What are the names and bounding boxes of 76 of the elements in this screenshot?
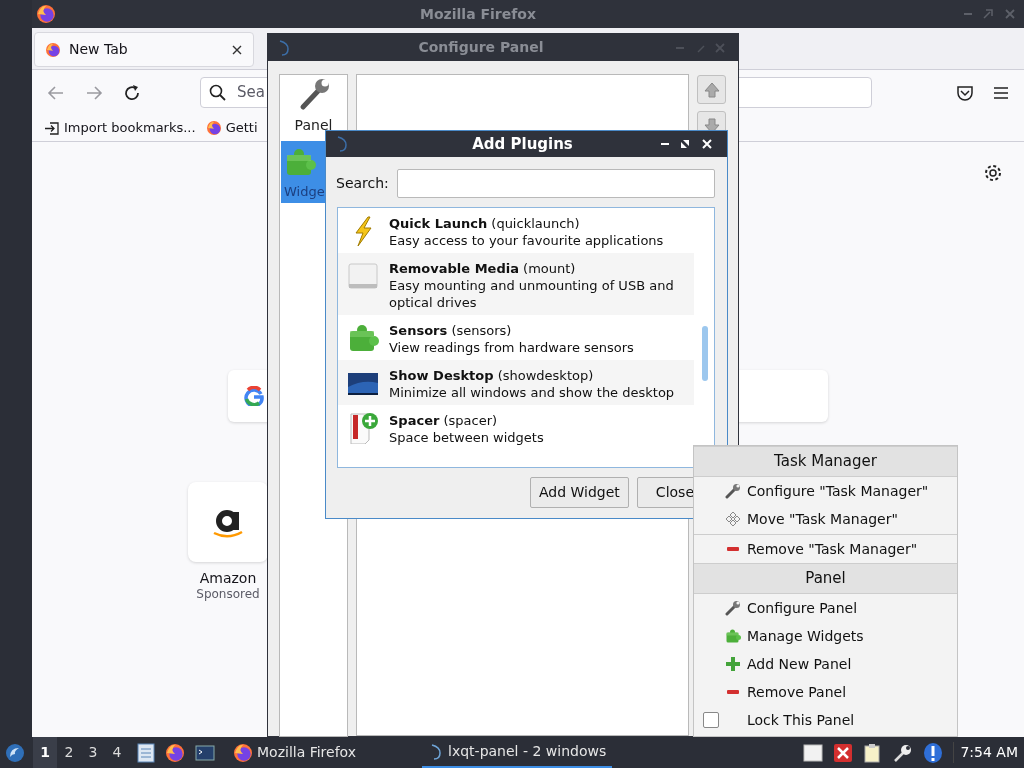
browser-tab[interactable]: New Tab [34,32,254,67]
shortcut-label: Amazon [199,570,257,586]
window-title: Configure Panel [417,38,545,57]
document-add-icon [347,412,379,444]
menu-section-header: Panel [694,563,957,594]
dialog-button[interactable]: Add Widget [530,477,629,508]
start-menu-icon[interactable] [4,741,26,764]
firefox-icon [205,120,222,136]
file-cabinet-icon[interactable] [137,742,155,763]
wrench-icon [725,483,741,499]
plugin-title: Sensors (sensors) [389,322,513,339]
menu-item[interactable]: Move "Task Manager" [694,505,957,533]
google-logo-icon [244,386,264,406]
plugin-item[interactable]: Show Desktop (showdesktop) Minimize all windows and show the desktop [338,360,694,405]
close-icon[interactable] [231,43,243,56]
terminal-icon[interactable] [195,743,215,762]
menu-item[interactable]: Configure Panel [694,594,957,622]
menu-section-header: Task Manager [694,446,957,477]
bookmark-item[interactable]: Getti [205,118,258,138]
taskbar-button[interactable]: lxqt-panel - 2 windows [422,737,613,768]
plugin-title: Show Desktop (showdesktop) [389,367,595,384]
desktop-switcher-button[interactable]: 1 [33,737,57,768]
drive-icon [347,260,379,292]
plugin-item[interactable]: Spacer (spacer) Space between widgets [338,405,694,450]
checkbox[interactable] [703,712,719,728]
menu-item[interactable]: Remove Panel [694,678,957,706]
bookmark-item[interactable]: Import bookmarks... [44,118,196,138]
plus-icon [725,656,741,672]
window-title: Mozilla Firefox [419,4,537,24]
menu-item[interactable]: Lock This Panel [694,706,957,734]
firefox-icon [233,742,253,763]
shortcut-sublabel: Sponsored [196,586,260,602]
close-icon[interactable] [833,742,854,763]
firefox-icon [45,41,61,58]
plugin-title: Quick Launch (quicklaunch) [389,215,581,232]
search-label: Search: [336,174,389,193]
import-icon [44,120,60,136]
desktop-switcher-button[interactable]: 2 [57,737,81,768]
clock[interactable]: 7:54 AM [953,742,1018,763]
plugin-item[interactable]: Quick Launch (quicklaunch) Easy access to your favourite applications [338,208,694,253]
notification-icon[interactable] [923,741,944,764]
wrench-icon [725,600,741,616]
reload-icon[interactable] [122,82,142,103]
wrench-icon[interactable] [893,742,914,763]
drive-icon[interactable] [803,743,824,762]
plugin-item[interactable]: Sensors (sensors) View readings from hardware sensors [338,315,694,360]
search-field[interactable] [396,169,715,198]
tab-title: New Tab [69,40,129,59]
taskbar-button[interactable]: Mozilla Firefox [227,737,363,768]
firefox-icon [36,4,56,24]
puzzle-icon [347,322,379,354]
plugin-description: Easy mounting and unmounting of USB and optical drives [389,277,675,311]
plugin-title: Removable Media (mount) [389,260,577,277]
shortcut-tile[interactable] [188,482,268,562]
plugin-item[interactable]: Removable Media (mount) Easy mounting and unmounting of USB and optical drives [338,253,694,315]
menu-item[interactable]: Manage Widgets [694,622,957,650]
move-icon [725,511,741,527]
plugin-description: View readings from hardware sensors [389,339,634,356]
sidebar-item[interactable]: Panel [281,76,346,138]
pocket-icon[interactable] [956,83,974,102]
desktop-switcher-button[interactable]: 4 [105,737,129,768]
menu-item[interactable]: Add New Panel [694,650,957,678]
up-arrow-icon [702,80,721,99]
search-icon [209,83,227,102]
menu-item[interactable]: Remove "Task Manager" [694,535,957,563]
puzzle-icon [725,628,741,644]
firefox-icon [165,742,185,763]
plugin-title: Spacer (spacer) [389,412,499,429]
plugin-description: Minimize all windows and show the desktop [389,384,675,401]
plugin-description: Easy access to your favourite applications [389,232,664,249]
window-title: Add Plugins [471,133,574,155]
scrollbar[interactable] [702,326,708,381]
plugin-description: Space between widgets [389,429,544,446]
desktop-switcher-button[interactable]: 3 [81,737,105,768]
settings-icon[interactable] [983,163,1003,183]
url-placeholder: Sea [237,82,265,104]
